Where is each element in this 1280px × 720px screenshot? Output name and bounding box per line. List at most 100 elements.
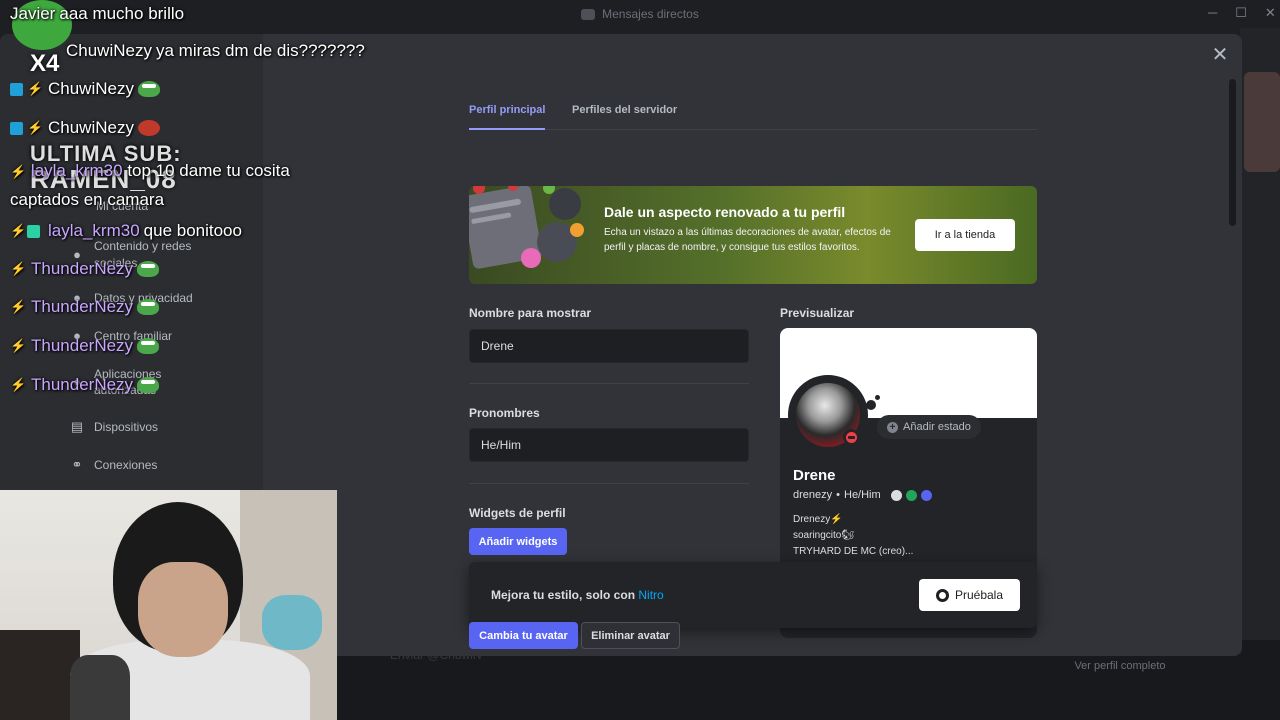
sidebar-item-conexiones[interactable]: ⚭ Conexiones bbox=[70, 458, 158, 473]
go-to-shop-button[interactable]: Ir a la tienda bbox=[915, 219, 1015, 251]
add-status-label: Añadir estado bbox=[903, 421, 971, 433]
bio-line: TRYHARD DE MC (creo)... bbox=[793, 546, 914, 557]
separator-dot: • bbox=[836, 489, 840, 501]
lightning-badge-icon: ⚡ bbox=[27, 81, 44, 96]
window-title: Mensajes directos bbox=[602, 7, 699, 21]
stream-chat: Javier aaa mucho brillo ChuwiNezy ya mir… bbox=[0, 0, 420, 410]
nitro-upsell-text: Mejora tu estilo, solo con Nitro bbox=[491, 588, 664, 602]
moderator-badge-icon bbox=[10, 82, 23, 96]
minimize-button[interactable]: ─ bbox=[1208, 5, 1217, 21]
pronouns-label: Pronombres bbox=[469, 406, 540, 420]
chat-user: ChuwiNezy bbox=[48, 79, 134, 98]
divider bbox=[469, 383, 749, 384]
nitro-icon bbox=[935, 588, 949, 602]
chat-message: ⚡ layla_krm30 que bonitooo bbox=[10, 221, 242, 241]
tab-perfiles-servidor[interactable]: Perfiles del servidor bbox=[572, 104, 677, 130]
chat-user: ThunderNezy bbox=[31, 375, 134, 394]
window-controls: ─ ☐ ✕ bbox=[1208, 5, 1276, 21]
screen: Mensajes directos ─ ☐ ✕ Enviar @ChuwiN V… bbox=[0, 0, 1280, 720]
badge-icon[interactable] bbox=[920, 489, 932, 501]
view-full-profile-link[interactable]: Ver perfil completo bbox=[1020, 660, 1220, 672]
divider bbox=[469, 483, 749, 484]
shop-promo-banner: Dale un aspecto renovado a tu perfil Ech… bbox=[469, 186, 1037, 284]
badge-icon[interactable] bbox=[890, 489, 902, 501]
banner-title: Dale un aspecto renovado a tu perfil bbox=[604, 204, 846, 220]
chat-text: aaa mucho brillo bbox=[59, 4, 185, 23]
devices-icon: ▤ bbox=[70, 419, 84, 434]
chat-message: ⚡ ThunderNezy bbox=[10, 297, 160, 317]
widgets-label: Widgets de perfil bbox=[469, 506, 566, 520]
chat-message: ⚡ ThunderNezy bbox=[10, 375, 160, 395]
display-name-label: Nombre para mostrar bbox=[469, 306, 592, 320]
chat-user: ChuwiNezy bbox=[66, 41, 152, 60]
decorations-illustration-icon bbox=[469, 186, 584, 269]
chat-message: ChuwiNezy ya miras dm de dis??????? bbox=[66, 41, 365, 61]
lightning-badge-icon: ⚡ bbox=[10, 338, 27, 353]
frog-emote-icon bbox=[137, 377, 160, 393]
preview-username: drenezy bbox=[793, 489, 833, 501]
webcam-person-face bbox=[138, 562, 228, 657]
chat-message: Javier aaa mucho brillo bbox=[10, 4, 184, 24]
change-avatar-button[interactable]: Cambia tu avatar bbox=[469, 622, 578, 649]
bg-profile-banner bbox=[1244, 72, 1280, 172]
chat-user: ThunderNezy bbox=[31, 336, 134, 355]
status-bubble-dot bbox=[866, 400, 876, 410]
webcam-shelf bbox=[0, 630, 80, 720]
sidebar-item-dispositivos[interactable]: ▤ Dispositivos bbox=[70, 419, 159, 435]
chat-text: ya miras dm de dis??????? bbox=[155, 41, 365, 60]
window-close-button[interactable]: ✕ bbox=[1265, 5, 1276, 21]
preview-label: Previsualizar bbox=[780, 306, 855, 320]
scrollbar[interactable] bbox=[1229, 79, 1236, 226]
chat-message: ⚡ ThunderNezy bbox=[10, 259, 160, 279]
nitro-upsell-bar: Mejora tu estilo, solo con Nitro Pruébal… bbox=[469, 562, 1037, 628]
frog-emote-icon bbox=[137, 261, 160, 277]
sub-badge-icon bbox=[27, 224, 40, 238]
close-settings-button[interactable]: ✕ bbox=[1209, 44, 1231, 66]
frog-emote-icon bbox=[137, 338, 160, 354]
maximize-button[interactable]: ☐ bbox=[1235, 5, 1247, 21]
nitro-link[interactable]: Nitro bbox=[638, 588, 663, 602]
frog-emote-icon bbox=[137, 81, 160, 97]
chat-message: ⚡ ThunderNezy bbox=[10, 336, 160, 356]
add-widgets-button[interactable]: Añadir widgets bbox=[469, 528, 567, 555]
try-nitro-button[interactable]: Pruébala bbox=[919, 579, 1020, 611]
profile-tabs: Perfil principal Perfiles del servidor bbox=[469, 104, 1037, 130]
nitro-text: Mejora tu estilo, solo con bbox=[491, 588, 636, 602]
lightning-badge-icon: ⚡ bbox=[10, 377, 27, 392]
remove-avatar-button[interactable]: Eliminar avatar bbox=[581, 622, 680, 649]
dnd-status-icon bbox=[843, 429, 859, 445]
webcam-feed bbox=[0, 490, 337, 720]
lightning-badge-icon: ⚡ bbox=[27, 120, 44, 135]
lightning-badge-icon: ⚡ bbox=[10, 223, 27, 238]
chat-message: ⚡ ChuwiNezy bbox=[10, 79, 160, 99]
badge-icon[interactable] bbox=[905, 489, 917, 501]
chat-message: ⚡ layla_krm30 top 10 dame tu cosita capt… bbox=[10, 157, 360, 214]
try-nitro-label: Pruébala bbox=[954, 588, 1004, 602]
frog-emote-icon bbox=[137, 299, 160, 315]
webcam-plush bbox=[262, 595, 322, 650]
preview-pronouns: He/Him bbox=[844, 489, 881, 501]
banner-description: Echa un vistazo a las últimas decoracion… bbox=[604, 227, 891, 253]
chat-user: ThunderNezy bbox=[31, 297, 134, 316]
chat-user: ChuwiNezy bbox=[48, 118, 134, 137]
lightning-badge-icon: ⚡ bbox=[10, 164, 27, 179]
chat-user: layla_krm30 bbox=[48, 221, 140, 240]
sidebar-item-label: Conexiones bbox=[94, 458, 158, 472]
bio-line: Drenezy⚡ bbox=[793, 514, 843, 525]
status-bubble-dot bbox=[875, 395, 880, 400]
discord-icon bbox=[581, 8, 596, 20]
webcam-person-sleeve bbox=[70, 655, 130, 720]
moderator-badge-icon bbox=[10, 121, 23, 135]
pronouns-input[interactable]: He/Him bbox=[469, 428, 749, 462]
tab-perfil-principal[interactable]: Perfil principal bbox=[469, 104, 546, 130]
plus-icon: + bbox=[887, 421, 898, 433]
preview-bio: Drenezy⚡ soaringcito🐿 TRYHARD DE MC (cre… bbox=[793, 512, 913, 560]
display-name-input[interactable]: Drene bbox=[469, 329, 749, 363]
chicken-emote-icon bbox=[137, 120, 160, 136]
preview-subtitle: drenezy • He/Him bbox=[793, 489, 932, 501]
chat-text: que bonitooo bbox=[143, 221, 242, 240]
sidebar-item-label: Dispositivos bbox=[94, 420, 159, 434]
bio-line: soaringcito🐿 bbox=[793, 530, 855, 541]
add-status-button[interactable]: + Añadir estado bbox=[877, 415, 981, 439]
chat-message: ⚡ ChuwiNezy bbox=[10, 118, 160, 138]
